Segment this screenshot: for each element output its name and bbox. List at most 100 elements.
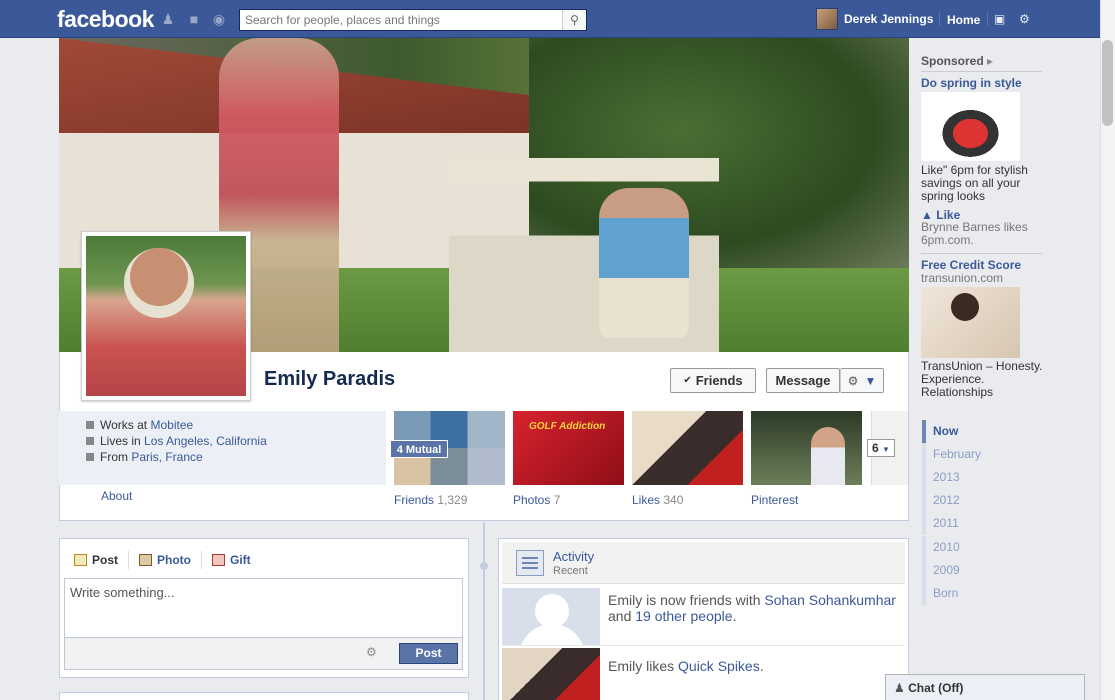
search-box: ⚲ bbox=[239, 9, 587, 31]
year-born[interactable]: Born bbox=[922, 582, 1022, 605]
friends-app-label[interactable]: Friends 1,329 bbox=[394, 493, 467, 507]
activity-item-likes: Emily likes Quick Spikes. bbox=[608, 658, 764, 674]
scrollbar-thumb[interactable] bbox=[1102, 40, 1113, 126]
avatar bbox=[816, 8, 838, 30]
next-story-box bbox=[59, 692, 469, 700]
post-icon bbox=[74, 554, 87, 566]
profile-picture[interactable] bbox=[81, 231, 251, 401]
profile-name[interactable]: Emily Paradis bbox=[264, 368, 395, 391]
cover-man bbox=[599, 188, 689, 338]
gear-icon[interactable]: ⚙ bbox=[366, 645, 377, 659]
search-icon[interactable]: ⚲ bbox=[562, 10, 586, 30]
user-profile-link[interactable]: Derek Jennings bbox=[816, 8, 933, 30]
friend-avatar[interactable] bbox=[502, 588, 600, 645]
ad-shoe-image[interactable] bbox=[921, 92, 1020, 161]
from-info: From Paris, France bbox=[86, 450, 203, 464]
work-prefix: Works at bbox=[100, 418, 151, 432]
post-button[interactable]: Post bbox=[399, 643, 458, 664]
ad-body-transunion: TransUnion – Honesty. Experience. Relati… bbox=[921, 359, 1043, 399]
photos-app-label[interactable]: Photos 7 bbox=[513, 493, 560, 507]
work-info: Works at Mobitee bbox=[86, 418, 193, 432]
friend-requests-icon[interactable]: ♟ bbox=[160, 11, 176, 27]
friends-button-label: Friends bbox=[695, 373, 743, 388]
chevron-down-icon: ▼ bbox=[882, 445, 890, 454]
ad-social-context: Brynne Barnes likes 6pm.com. bbox=[921, 220, 1028, 247]
profile-picture-image bbox=[86, 236, 246, 396]
photo-icon bbox=[139, 554, 153, 566]
friend-link[interactable]: Sohan Sohankumhar bbox=[764, 592, 896, 608]
ad-domain: transunion.com bbox=[921, 271, 1004, 285]
year-2011[interactable]: 2011 bbox=[922, 512, 1022, 535]
from-prefix: From bbox=[100, 450, 132, 464]
about-link[interactable]: About bbox=[101, 489, 132, 503]
write-something-input[interactable] bbox=[70, 585, 457, 631]
gear-icon[interactable]: ⚙ bbox=[1019, 12, 1030, 26]
pinterest-app-label[interactable]: Pinterest bbox=[751, 493, 798, 507]
ad-body-spring: Like" 6pm for stylish savings on all you… bbox=[921, 163, 1028, 203]
notifications-globe-icon[interactable]: ◉ bbox=[211, 11, 227, 27]
hometown-icon bbox=[86, 453, 94, 461]
timeline-spine bbox=[483, 522, 485, 700]
photos-count: 7 bbox=[553, 493, 561, 507]
photos-app-tile[interactable]: GOLF Addiction bbox=[513, 411, 624, 485]
nav-divider bbox=[987, 12, 988, 26]
ad-title-credit[interactable]: Free Credit Score bbox=[921, 258, 1021, 272]
checkmark-icon: ✔ bbox=[683, 375, 692, 386]
message-button[interactable]: Message bbox=[766, 368, 840, 393]
more-apps-count: 6 bbox=[872, 441, 879, 455]
top-navigation-bar: facebook ♟ ■ ◉ ⚲ Derek Jennings Home ▣ ⚙ bbox=[0, 0, 1115, 38]
home-icon bbox=[86, 437, 94, 445]
profile-options-button[interactable]: ⚙ ▼ bbox=[840, 368, 884, 393]
from-place-link[interactable]: Paris, France bbox=[131, 450, 202, 464]
gift-icon bbox=[212, 554, 226, 566]
more-apps-button[interactable]: 6 ▼ bbox=[867, 439, 895, 457]
gear-icon: ⚙ bbox=[847, 373, 859, 388]
page-avatar[interactable] bbox=[502, 648, 600, 700]
year-2013[interactable]: 2013 bbox=[922, 466, 1022, 489]
briefcase-icon bbox=[86, 421, 94, 429]
tab-gift[interactable]: Gift bbox=[212, 551, 261, 569]
composer-tabs: Post Photo Gift bbox=[74, 551, 271, 569]
tab-post[interactable]: Post bbox=[74, 551, 130, 569]
friends-button[interactable]: ✔ Friends bbox=[670, 368, 756, 393]
nav-divider bbox=[939, 12, 940, 26]
photos-tile-text: GOLF Addiction bbox=[529, 421, 606, 432]
composer-text-area bbox=[64, 578, 463, 638]
year-now[interactable]: Now bbox=[922, 420, 1022, 443]
lives-place-link[interactable]: Los Angeles, California bbox=[144, 434, 267, 448]
activity-list-icon bbox=[516, 550, 544, 576]
divider bbox=[502, 645, 905, 646]
pinterest-app-tile[interactable] bbox=[751, 411, 862, 485]
facebook-logo[interactable]: facebook bbox=[57, 6, 154, 33]
chat-user-icon: ♟ bbox=[894, 681, 905, 695]
lives-info: Lives in Los Angeles, California bbox=[86, 434, 267, 448]
year-2010[interactable]: 2010 bbox=[922, 536, 1022, 559]
activity-title[interactable]: Activity bbox=[553, 549, 594, 564]
privacy-shortcuts-icon[interactable]: ▣ bbox=[994, 12, 1005, 26]
user-name: Derek Jennings bbox=[844, 12, 934, 26]
other-people-link[interactable]: 19 other people bbox=[635, 608, 732, 624]
timeline-dot bbox=[480, 562, 488, 570]
likes-app-label[interactable]: Likes 340 bbox=[632, 493, 683, 507]
likes-app-tile[interactable] bbox=[632, 411, 743, 485]
friends-count: 1,329 bbox=[437, 493, 468, 507]
chevron-down-icon: ▼ bbox=[864, 373, 877, 388]
ad-title-spring[interactable]: Do spring in style bbox=[921, 76, 1022, 90]
tab-photo[interactable]: Photo bbox=[139, 551, 203, 569]
divider bbox=[921, 253, 1042, 254]
activity-item-friends: Emily is now friends with Sohan Sohankum… bbox=[608, 592, 896, 624]
mutual-friends-badge[interactable]: 4 Mutual bbox=[390, 440, 448, 458]
home-link[interactable]: Home bbox=[947, 13, 980, 27]
messages-icon[interactable]: ■ bbox=[186, 11, 202, 27]
work-place-link[interactable]: Mobitee bbox=[150, 418, 193, 432]
search-input[interactable] bbox=[240, 10, 560, 30]
activity-subtitle: Recent bbox=[553, 565, 588, 577]
page-link[interactable]: Quick Spikes bbox=[678, 658, 760, 674]
likes-count: 340 bbox=[663, 493, 684, 507]
year-2009[interactable]: 2009 bbox=[922, 559, 1022, 582]
sponsored-heading: Sponsored ▸ bbox=[921, 54, 1042, 72]
year-2012[interactable]: 2012 bbox=[922, 489, 1022, 512]
year-february[interactable]: February bbox=[922, 443, 1022, 466]
ad-transunion-image[interactable] bbox=[921, 287, 1020, 358]
chat-bar[interactable]: ♟ Chat (Off) bbox=[885, 674, 1085, 700]
